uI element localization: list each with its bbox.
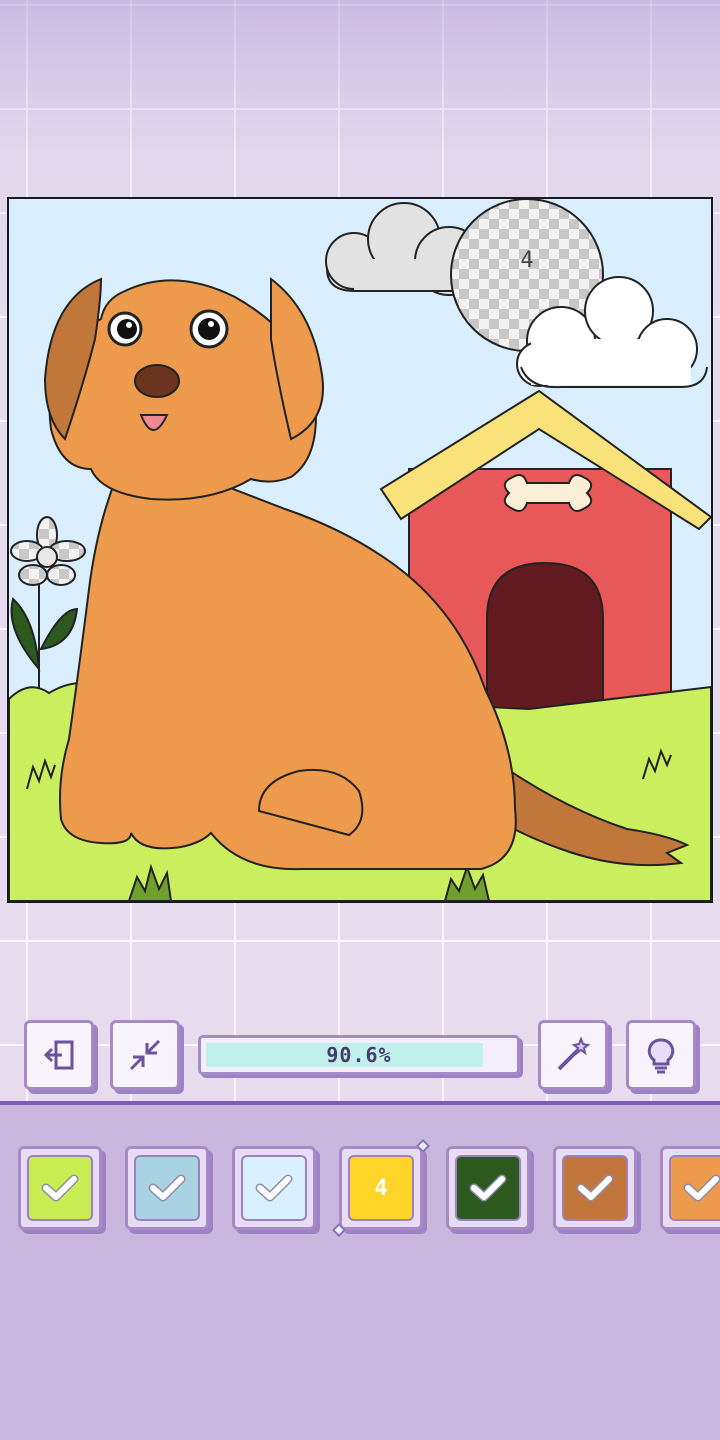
- color-number: 4: [374, 1175, 388, 1201]
- exit-icon: [43, 1040, 74, 1070]
- palette-color-5[interactable]: [446, 1146, 530, 1230]
- palette-color-6[interactable]: [553, 1146, 637, 1230]
- palette-color-2[interactable]: [125, 1146, 209, 1230]
- checkmark-icon: [576, 1174, 614, 1202]
- palette-color-4[interactable]: 4: [331, 1138, 431, 1238]
- checkmark-icon: [469, 1174, 507, 1202]
- color-swatch: [27, 1155, 93, 1221]
- checkmark-icon: [148, 1174, 186, 1202]
- color-swatch: [455, 1155, 521, 1221]
- hint-button[interactable]: [626, 1020, 696, 1090]
- color-swatch: [669, 1155, 720, 1221]
- collapse-arrows-icon: [129, 1039, 161, 1071]
- lightbulb-icon: [647, 1038, 675, 1074]
- color-swatch: [134, 1155, 200, 1221]
- palette-color-3[interactable]: [232, 1146, 316, 1230]
- checkmark-icon: [255, 1174, 293, 1202]
- exit-button[interactable]: [24, 1020, 94, 1090]
- selection-marker: [331, 1222, 347, 1238]
- checkmark-icon: [683, 1174, 720, 1202]
- color-swatch: [562, 1155, 628, 1221]
- color-swatch: [241, 1155, 307, 1221]
- palette-color-1[interactable]: [18, 1146, 102, 1230]
- progress-bar: 90.6%: [198, 1035, 520, 1075]
- moon-number: 4: [520, 248, 533, 273]
- selection-marker: [415, 1138, 431, 1154]
- palette-color-7[interactable]: [660, 1146, 720, 1230]
- collapse-button[interactable]: [110, 1020, 180, 1090]
- panel-divider: [0, 1101, 720, 1105]
- magic-wand-button[interactable]: [538, 1020, 608, 1090]
- coloring-picture[interactable]: 4: [9, 199, 711, 901]
- magic-wand-icon: [557, 1036, 591, 1071]
- color-swatch: 4: [348, 1155, 414, 1221]
- doghouse-door: [486, 561, 604, 712]
- progress-label: 90.6%: [326, 1043, 392, 1067]
- checkmark-icon: [41, 1174, 79, 1202]
- coloring-canvas[interactable]: 4: [7, 197, 713, 903]
